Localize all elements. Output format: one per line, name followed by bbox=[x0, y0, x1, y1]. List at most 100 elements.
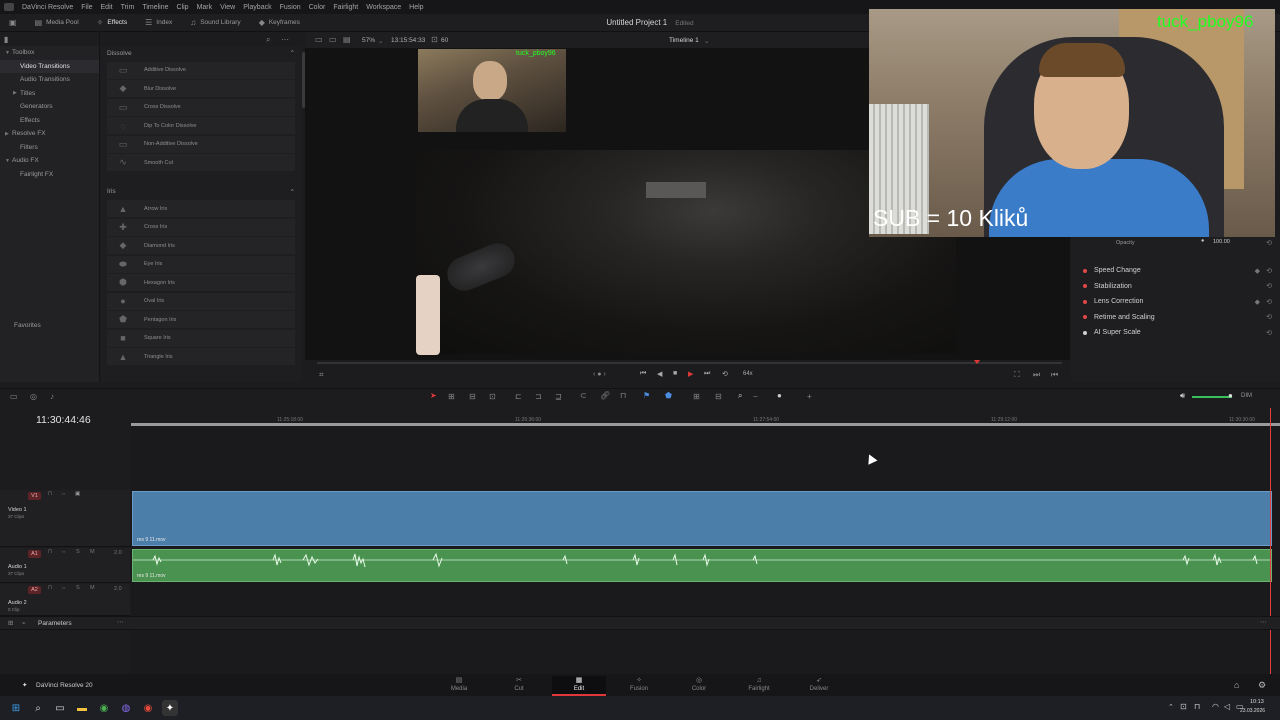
keyframes-button[interactable]: ◆ Keyframes bbox=[250, 14, 309, 32]
trim-tool-icon[interactable]: ⊞ bbox=[448, 392, 455, 401]
reset-icon[interactable]: ⟲ bbox=[1266, 239, 1272, 247]
track-header-audio-1[interactable]: A1 ⊓ ⇔ S M 2.0 Audio 1 37 Clips bbox=[0, 548, 130, 583]
slider-knob-icon[interactable]: ● bbox=[1201, 238, 1204, 244]
flag-icon[interactable]: ⚑ bbox=[643, 391, 650, 400]
reset-icon[interactable]: ⟲ bbox=[1266, 329, 1272, 337]
blade-tool-icon[interactable]: ⊡ bbox=[489, 392, 496, 401]
auto-select-icon[interactable]: ⇔ bbox=[61, 585, 67, 591]
play-reverse-icon[interactable]: ◀ bbox=[657, 370, 662, 378]
speaker-icon[interactable]: ◁ bbox=[1224, 702, 1230, 711]
search-icon[interactable]: ⌕ bbox=[266, 35, 270, 45]
enabled-dot-icon[interactable] bbox=[1083, 315, 1087, 320]
track-header-audio-2[interactable]: A2 ⊓ ⇔ S M 2.0 Audio 2 0 Clip bbox=[0, 584, 130, 616]
keyframe-icon[interactable]: ◆ bbox=[1255, 267, 1260, 275]
zoom-detail-icon[interactable]: ⊟ bbox=[715, 392, 722, 401]
fx-diamond-iris[interactable]: ◆ Diamond Iris bbox=[107, 237, 295, 254]
toolbox-item-resolve-fx[interactable]: ▶ Resolve FX bbox=[0, 127, 99, 141]
snapping-icon[interactable]: ⊂ bbox=[580, 391, 587, 400]
volume-slider[interactable] bbox=[1192, 396, 1232, 398]
timeline-ruler[interactable]: 11:25:18:00 11:26:36:00 11:27:54:00 11:2… bbox=[131, 408, 1280, 426]
sound-library-button[interactable]: ♫ Sound Library bbox=[181, 14, 249, 32]
settings-icon[interactable]: ⚙ bbox=[1258, 680, 1266, 691]
fx-blur-dissolve[interactable]: ◆ Blur Dissolve bbox=[107, 80, 295, 97]
network-icon[interactable]: ⊡ bbox=[1180, 702, 1187, 711]
replace-clip-icon[interactable]: ⊒ bbox=[555, 392, 562, 401]
page-tab-color[interactable]: ◎ Color bbox=[672, 676, 726, 696]
crop-icon[interactable]: ⌗ bbox=[319, 370, 324, 380]
chrome-icon[interactable]: ◉ bbox=[96, 700, 112, 716]
davinci-resolve-taskbar-icon[interactable]: ✦ bbox=[162, 700, 178, 716]
menu-view[interactable]: View bbox=[220, 4, 235, 11]
toolbox-item[interactable]: ▼ Toolbox bbox=[0, 46, 99, 60]
index-button[interactable]: ☰ Index bbox=[136, 14, 181, 32]
page-tab-deliver[interactable]: ➶ Deliver bbox=[792, 676, 846, 696]
viewer-layout-icon[interactable]: ▭ bbox=[315, 35, 323, 44]
fullscreen-icon[interactable]: ⛶ bbox=[1014, 370, 1020, 380]
disabled-dot-icon[interactable] bbox=[1083, 330, 1087, 335]
fx-oval-iris[interactable]: ● Oval Iris bbox=[107, 292, 295, 310]
prev-frame-icon[interactable]: ‹ ● › bbox=[593, 371, 606, 378]
fx-non-additive-dissolve[interactable]: ▭ Non-Additive Dissolve bbox=[107, 135, 295, 153]
link-icon[interactable]: 🔗︎ bbox=[600, 391, 610, 400]
zoom-slider-knob-icon[interactable]: ● bbox=[777, 391, 782, 400]
section-ai-super-scale[interactable]: AI Super Scale ⟲ bbox=[1071, 325, 1280, 341]
search-icon[interactable]: ⌕ bbox=[30, 700, 46, 716]
graph-icon[interactable]: ⌁ bbox=[22, 619, 26, 627]
last-frame-icon[interactable]: ⏮ bbox=[1051, 370, 1058, 380]
more-options-icon[interactable]: ⋯ bbox=[1260, 618, 1267, 626]
volume-icon[interactable]: 🔊︎ bbox=[1180, 391, 1185, 401]
auto-select-icon[interactable]: ⇔ bbox=[61, 549, 67, 555]
page-tab-media[interactable]: ▤ Media bbox=[432, 676, 486, 696]
reset-icon[interactable]: ⟲ bbox=[1266, 298, 1272, 306]
wifi-icon[interactable]: ◠ bbox=[1212, 702, 1219, 711]
mute-icon[interactable]: M bbox=[90, 549, 95, 555]
collapse-icon[interactable]: ⌃ bbox=[290, 188, 295, 196]
solo-icon[interactable]: S bbox=[76, 549, 80, 555]
fx-smooth-cut[interactable]: ∿ Smooth Cut bbox=[107, 154, 295, 171]
fx-eye-iris[interactable]: ⬬ Eye Iris bbox=[107, 255, 295, 273]
overwrite-clip-icon[interactable]: ⊐ bbox=[535, 392, 542, 401]
toolbox-item-audio-transitions[interactable]: Audio Transitions bbox=[0, 73, 99, 87]
clock-time[interactable]: 10:13 bbox=[1250, 699, 1264, 705]
timeline-playhead[interactable] bbox=[1270, 408, 1271, 674]
expand-icon[interactable]: ⊞ bbox=[8, 619, 13, 627]
menu-file[interactable]: File bbox=[81, 4, 92, 11]
collapse-icon[interactable]: ⌃ bbox=[290, 49, 295, 57]
dim-button[interactable]: DIM bbox=[1241, 393, 1252, 399]
enabled-dot-icon[interactable] bbox=[1083, 299, 1087, 304]
menu-trim[interactable]: Trim bbox=[121, 4, 135, 11]
effects-button[interactable]: ✧ Effects bbox=[88, 14, 136, 32]
toolbox-item-fairlight-fx[interactable]: Fairlight FX bbox=[0, 168, 99, 182]
toolbox-item-effects[interactable]: Effects bbox=[0, 114, 99, 128]
layout-toggle-button[interactable]: ▣ bbox=[0, 14, 26, 32]
timeline-dropdown-icon[interactable]: ⌄ bbox=[704, 37, 709, 45]
parameters-label[interactable]: Parameters bbox=[38, 620, 72, 627]
home-icon[interactable]: ⌂ bbox=[1234, 680, 1239, 690]
sidebar-icon[interactable]: ▮ bbox=[4, 35, 8, 44]
media-pool-button[interactable]: ▤ Media Pool bbox=[26, 14, 88, 32]
fx-additive-dissolve[interactable]: ▭ Additive Dissolve bbox=[107, 61, 295, 79]
fx-hexagon-iris[interactable]: ⬢ Hexagon Iris bbox=[107, 274, 295, 291]
menu-clip[interactable]: Clip bbox=[177, 4, 189, 11]
viewer-mode-icon[interactable]: ▭ bbox=[329, 35, 337, 44]
fx-arrow-iris[interactable]: ▲ Arrow Iris bbox=[107, 200, 295, 217]
enabled-dot-icon[interactable] bbox=[1083, 268, 1087, 273]
clock-date[interactable]: 23.03.2026 bbox=[1240, 708, 1265, 714]
menu-workspace[interactable]: Workspace bbox=[366, 4, 401, 11]
marker-icon[interactable]: ⬟ bbox=[665, 391, 672, 400]
jump-end-icon[interactable]: ⏭ bbox=[704, 370, 710, 378]
match-frame-icon[interactable]: ⏭ bbox=[1033, 370, 1040, 380]
page-tab-fusion[interactable]: ✧ Fusion bbox=[612, 676, 666, 696]
section-lens-correction[interactable]: Lens Correction ◆ ⟲ bbox=[1071, 294, 1280, 310]
audio-meter-icon[interactable]: ♪ bbox=[50, 392, 54, 401]
section-speed-change[interactable]: Speed Change ◆ ⟲ bbox=[1071, 263, 1280, 279]
auto-select-icon[interactable]: ⇔ bbox=[61, 491, 67, 497]
menu-app[interactable]: DaVinci Resolve bbox=[22, 4, 73, 11]
windows-start-icon[interactable]: ⊞ bbox=[8, 700, 24, 716]
tray-app-icon[interactable]: ⊓ bbox=[1194, 702, 1200, 711]
menu-edit[interactable]: Edit bbox=[101, 4, 113, 11]
track-lock-icon[interactable]: ⊓ bbox=[48, 491, 52, 497]
menu-color[interactable]: Color bbox=[309, 4, 326, 11]
viewer-scrubber[interactable] bbox=[317, 360, 1062, 366]
opacity-value[interactable]: 100.00 bbox=[1213, 239, 1230, 245]
